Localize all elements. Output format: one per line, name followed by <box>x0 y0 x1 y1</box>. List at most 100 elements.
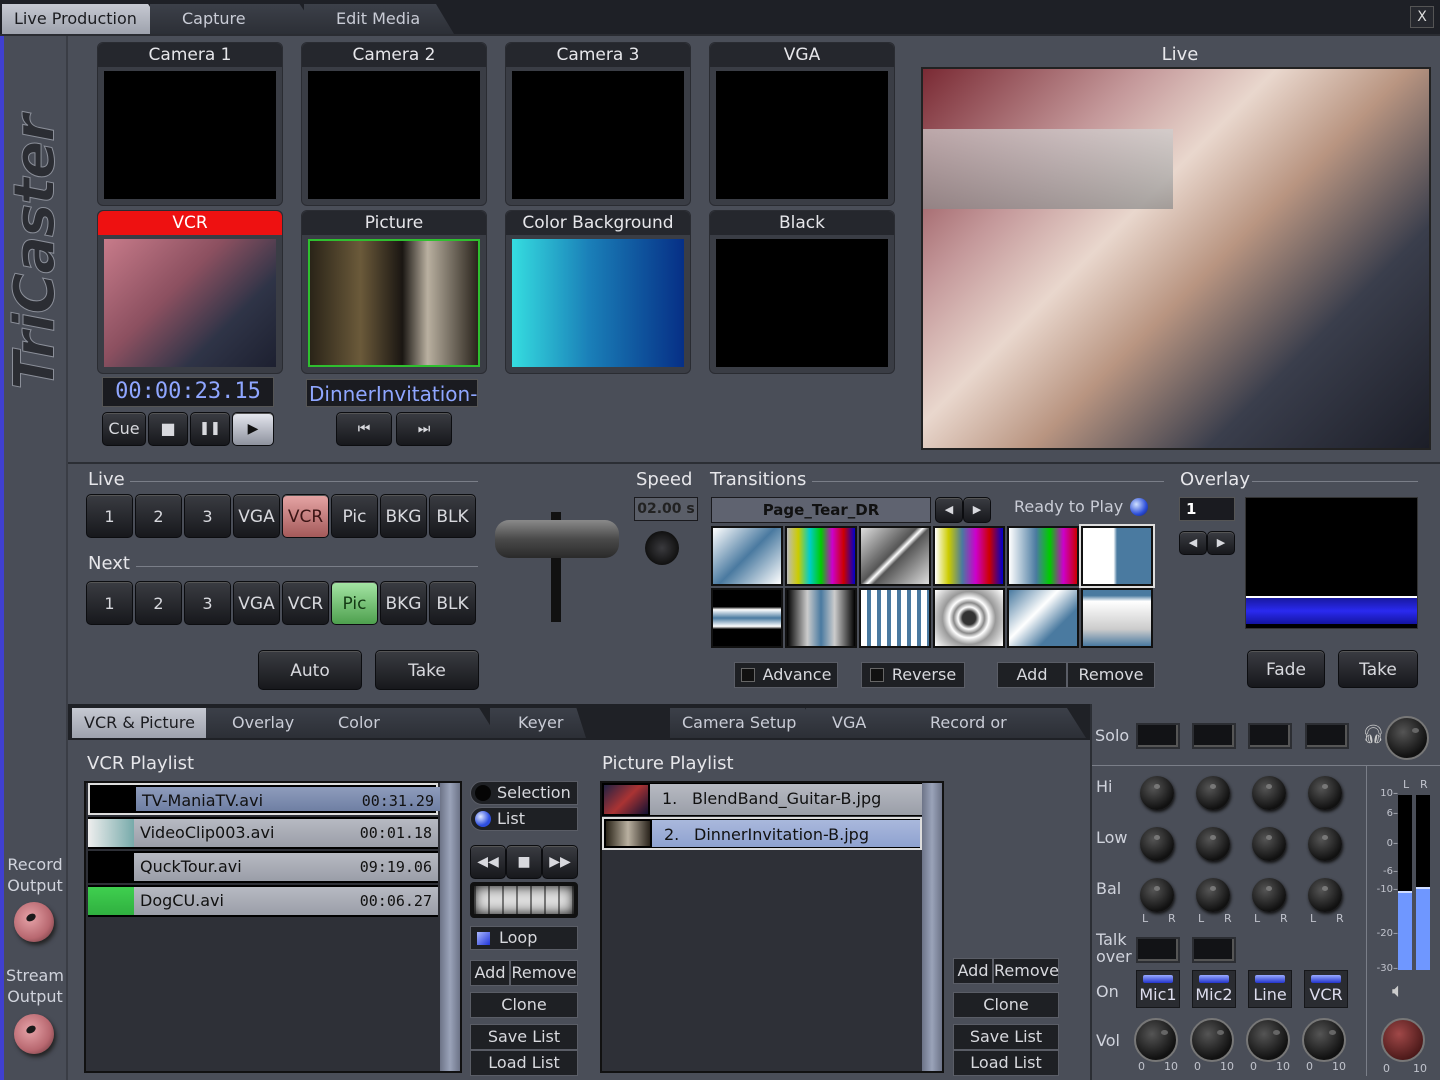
next-bkg-button[interactable]: BKG <box>380 581 427 625</box>
eq-hi-knob-mic1[interactable] <box>1140 776 1174 810</box>
overlay-fade-button[interactable]: Fade <box>1247 650 1325 688</box>
next-vcr-button[interactable]: VCR <box>282 581 329 625</box>
tab-color-background[interactable]: Color Background <box>310 708 498 738</box>
tab-overlay[interactable]: Overlay <box>206 708 324 738</box>
volume-knob-mic1[interactable] <box>1134 1018 1178 1062</box>
monitor-vcr[interactable]: VCR <box>97 210 283 374</box>
picture-remove-button[interactable]: Remove <box>993 958 1059 984</box>
talkover-button-mic2[interactable] <box>1192 937 1236 963</box>
picture-add-button[interactable]: Add <box>953 958 993 984</box>
record-output-knob[interactable] <box>14 902 54 942</box>
cue-button[interactable]: Cue <box>102 412 146 446</box>
stop-button[interactable]: ■ <box>148 412 188 446</box>
next-blk-button[interactable]: BLK <box>429 581 476 625</box>
speed-knob[interactable] <box>645 531 679 565</box>
previous-overlay-button[interactable]: ◀ <box>1179 531 1207 555</box>
monitor-camera-2[interactable]: Camera 2 <box>301 42 487 206</box>
monitor-picture[interactable]: Picture <box>301 210 487 374</box>
transition-thumbnail[interactable] <box>1079 524 1155 588</box>
monitor-camera-1[interactable]: Camera 1 <box>97 42 283 206</box>
speed-input[interactable]: 02.00 s <box>634 497 698 521</box>
transition-thumbnail[interactable] <box>859 588 931 648</box>
next-transition-button[interactable]: ▶ <box>963 497 991 523</box>
tab-vga[interactable]: VGA <box>806 708 906 738</box>
fast-forward-button[interactable]: ▶▶ <box>542 845 578 879</box>
auto-button[interactable]: Auto <box>258 650 362 690</box>
volume-knob-line[interactable] <box>1246 1018 1290 1062</box>
live-2-button[interactable]: 2 <box>135 494 182 538</box>
t-bar-handle[interactable] <box>495 520 619 558</box>
mode-selection-radio[interactable]: Selection <box>470 781 578 805</box>
solo-button-line[interactable] <box>1248 723 1292 749</box>
live-3-button[interactable]: 3 <box>184 494 231 538</box>
monitor-black[interactable]: Black <box>709 210 895 374</box>
picture-load-list-button[interactable]: Load List <box>953 1050 1059 1076</box>
vcr-playlist-item[interactable]: DogCU.avi 00:06.27 <box>88 885 438 917</box>
pause-button[interactable]: ❚❚ <box>190 412 230 446</box>
eq-hi-knob-line[interactable] <box>1252 776 1286 810</box>
tab-vcr-picture[interactable]: VCR & Picture <box>72 708 222 738</box>
advance-checkbox[interactable]: Advance <box>734 662 838 688</box>
reverse-checkbox[interactable]: Reverse <box>861 662 965 688</box>
picture-playlist-item[interactable]: 2. DinnerInvitation-B.jpg <box>602 817 922 850</box>
eq-hi-knob-mic2[interactable] <box>1196 776 1230 810</box>
channel-on-button-line[interactable]: Line <box>1248 970 1292 1008</box>
tab-edit-media[interactable]: Edit Media <box>304 4 454 34</box>
tab-keyer[interactable]: Keyer <box>490 708 586 738</box>
solo-button-mic2[interactable] <box>1192 723 1236 749</box>
vcr-clone-button[interactable]: Clone <box>470 992 578 1018</box>
play-button[interactable]: ▶ <box>232 412 274 446</box>
eq-low-knob-vcr[interactable] <box>1308 827 1342 861</box>
monitor-vga[interactable]: VGA <box>709 42 895 206</box>
monitor-camera-3[interactable]: Camera 3 <box>505 42 691 206</box>
volume-knob-vcr[interactable] <box>1302 1018 1346 1062</box>
take-button[interactable]: Take <box>375 650 479 690</box>
next-1-button[interactable]: 1 <box>86 581 133 625</box>
transition-thumbnail[interactable] <box>933 526 1005 586</box>
picture-playlist-item[interactable]: 1. BlendBand_Guitar-B.jpg <box>602 783 922 816</box>
next-picture-button[interactable]: ⏭ <box>396 412 452 446</box>
channel-on-button-mic2[interactable]: Mic2 <box>1192 970 1236 1008</box>
solo-button-mic1[interactable] <box>1136 723 1180 749</box>
next-3-button[interactable]: 3 <box>184 581 231 625</box>
headphone-volume-knob[interactable] <box>1385 716 1429 760</box>
vcr-playlist-item[interactable]: VideoClip003.avi 00:01.18 <box>88 817 438 849</box>
eq-bal-knob-mic1[interactable] <box>1140 878 1174 912</box>
transition-thumbnail[interactable] <box>785 526 857 586</box>
live-bkg-button[interactable]: BKG <box>380 494 427 538</box>
transition-thumbnail[interactable] <box>711 588 783 648</box>
jog-shuttle-wheel[interactable] <box>470 882 578 918</box>
transition-thumbnail[interactable] <box>785 588 857 648</box>
channel-on-button-vcr[interactable]: VCR <box>1304 970 1348 1008</box>
picture-playlist-scrollbar[interactable] <box>922 783 942 1071</box>
stream-output-knob[interactable] <box>14 1014 54 1054</box>
mode-list-radio[interactable]: List <box>470 807 578 831</box>
previous-transition-button[interactable]: ◀ <box>935 497 963 523</box>
eq-bal-knob-mic2[interactable] <box>1196 878 1230 912</box>
channel-on-button-mic1[interactable]: Mic1 <box>1136 970 1180 1008</box>
vcr-playlist-item[interactable]: QuckTour.avi 09:19.06 <box>88 851 438 883</box>
overlay-take-button[interactable]: Take <box>1338 650 1418 688</box>
solo-button-vcr[interactable] <box>1305 723 1349 749</box>
master-volume-knob[interactable] <box>1381 1018 1425 1062</box>
eq-bal-knob-vcr[interactable] <box>1308 878 1342 912</box>
vcr-remove-button[interactable]: Remove <box>510 960 578 986</box>
eq-low-knob-mic1[interactable] <box>1140 827 1174 861</box>
vcr-playlist-scrollbar[interactable] <box>440 783 460 1071</box>
vcr-add-button[interactable]: Add <box>470 960 510 986</box>
transition-thumbnail[interactable] <box>1007 588 1079 648</box>
add-transition-button[interactable]: Add <box>997 662 1067 688</box>
transition-thumbnail[interactable] <box>711 526 783 586</box>
picture-clone-button[interactable]: Clone <box>953 992 1059 1018</box>
eq-hi-knob-vcr[interactable] <box>1308 776 1342 810</box>
transition-thumbnail[interactable] <box>1007 526 1079 586</box>
talkover-button-mic1[interactable] <box>1136 937 1180 963</box>
eq-bal-knob-line[interactable] <box>1252 878 1286 912</box>
live-blk-button[interactable]: BLK <box>429 494 476 538</box>
close-button[interactable]: X <box>1410 6 1434 28</box>
live-vga-button[interactable]: VGA <box>233 494 280 538</box>
live-vcr-button[interactable]: VCR <box>282 494 329 538</box>
tab-live-production[interactable]: Live Production <box>2 4 168 34</box>
loop-checkbox[interactable]: Loop <box>470 926 578 950</box>
next-vga-button[interactable]: VGA <box>233 581 280 625</box>
